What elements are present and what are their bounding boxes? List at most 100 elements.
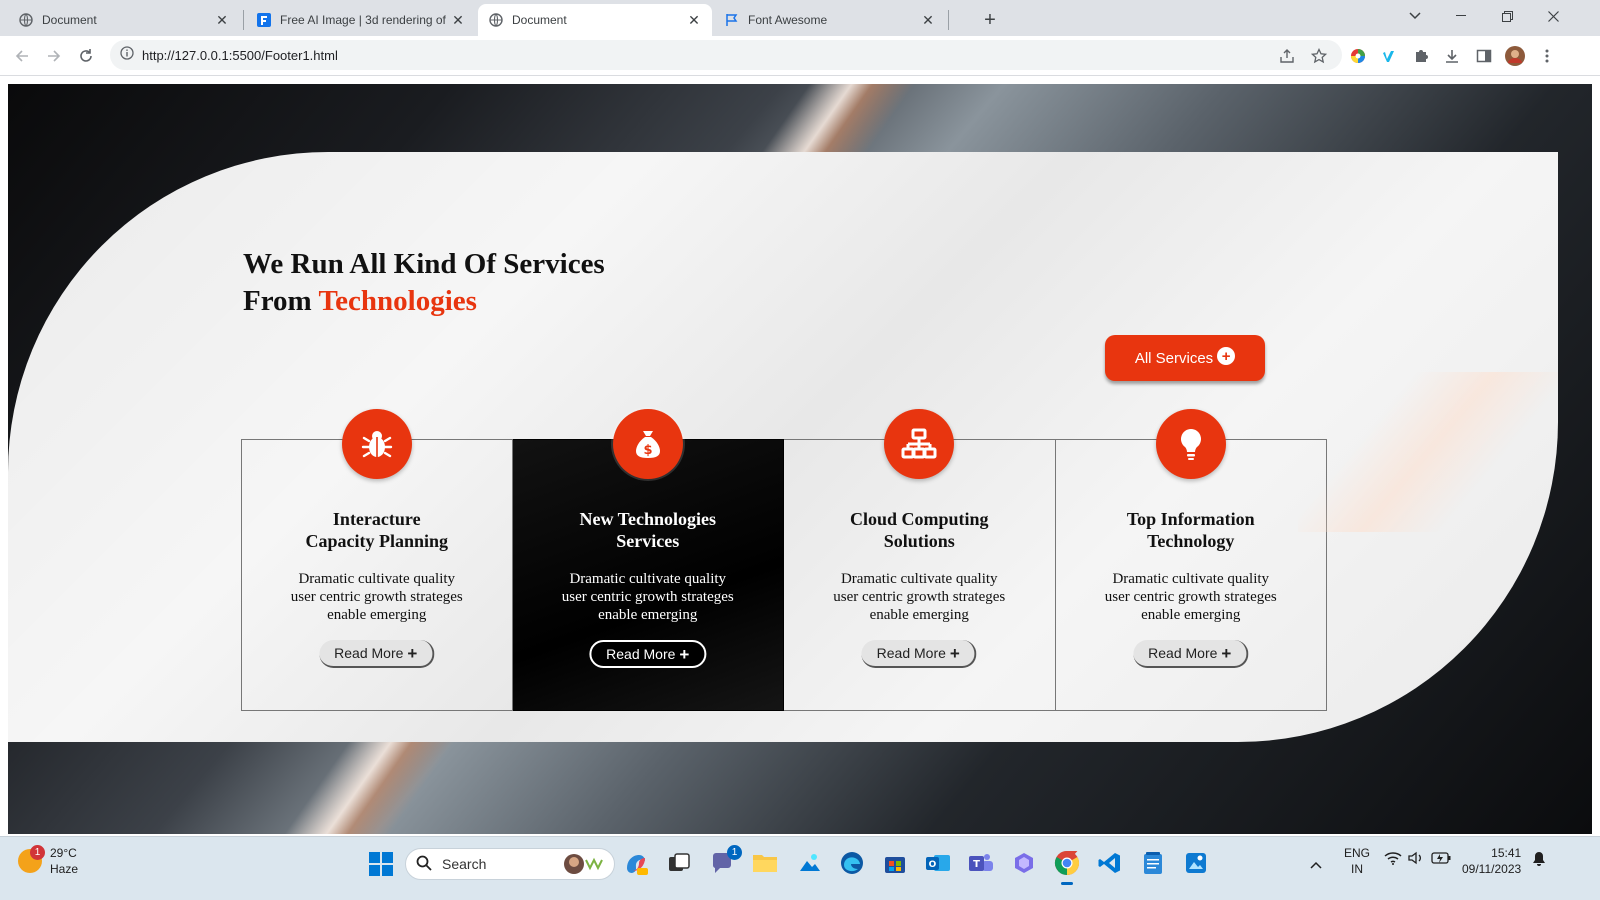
- browser-tab-strip: Document ✕ Free AI Image | 3d rendering …: [0, 0, 1600, 36]
- page-viewport: We Run All Kind Of Services From Technol…: [8, 84, 1592, 834]
- chat-icon[interactable]: 1: [708, 845, 742, 877]
- network-icon: [884, 409, 955, 479]
- plus-circle-icon: +: [1217, 347, 1236, 365]
- close-icon[interactable]: ✕: [214, 12, 230, 28]
- tab-divider: [948, 10, 949, 30]
- restore-button[interactable]: [1484, 0, 1530, 32]
- language-indicator[interactable]: ENG IN: [1344, 845, 1370, 877]
- heading-line1: We Run All Kind Of Services: [243, 248, 605, 280]
- card-description: Dramatic cultivate quality user centric g…: [290, 571, 463, 623]
- tab-font-awesome[interactable]: Font Awesome ✕: [714, 4, 946, 36]
- globe-icon: [18, 12, 34, 28]
- browser-toolbar: http://127.0.0.1:5500/Footer1.html: [0, 36, 1600, 76]
- lightbulb-icon: [1155, 409, 1226, 479]
- close-icon[interactable]: ✕: [686, 12, 702, 28]
- all-services-button[interactable]: All Services +: [1105, 335, 1265, 381]
- chrome-icon[interactable]: [1053, 849, 1081, 885]
- card-description: Dramatic cultivate quality user centric g…: [833, 571, 1006, 623]
- start-button[interactable]: [368, 851, 394, 877]
- color-picker-extension-icon[interactable]: [1348, 46, 1368, 66]
- side-panel-icon[interactable]: [1474, 46, 1494, 66]
- services-panel: We Run All Kind Of Services From Technol…: [8, 152, 1558, 742]
- read-more-button[interactable]: Read More +: [861, 640, 977, 668]
- outlook-icon[interactable]: O: [924, 849, 952, 877]
- close-icon[interactable]: ✕: [450, 12, 466, 28]
- download-icon[interactable]: [1442, 46, 1462, 66]
- share-icon[interactable]: [1278, 47, 1296, 65]
- svg-text:$: $: [643, 443, 652, 458]
- clock[interactable]: 15:41 09/11/2023: [1462, 845, 1521, 877]
- freepik-icon: [256, 12, 272, 28]
- close-icon[interactable]: ✕: [920, 12, 936, 28]
- reload-button[interactable]: [72, 42, 100, 70]
- show-hidden-icons-chevron-icon[interactable]: [1310, 857, 1322, 873]
- volume-icon[interactable]: [1408, 851, 1424, 869]
- search-icon: [416, 855, 432, 874]
- tab-search-chevron-icon[interactable]: [1392, 0, 1438, 32]
- url-text: http://127.0.0.1:5500/Footer1.html: [142, 47, 338, 63]
- heading-accent: Technologies: [318, 285, 477, 317]
- battery-icon[interactable]: [1431, 852, 1451, 868]
- edge-icon[interactable]: [838, 849, 866, 877]
- read-more-button[interactable]: Read More +: [1133, 640, 1249, 668]
- tab-divider: [243, 10, 244, 30]
- svg-text:T: T: [973, 859, 980, 870]
- wifi-icon[interactable]: [1384, 851, 1402, 869]
- close-window-button[interactable]: [1530, 0, 1576, 32]
- windows-taskbar: 1 29°C Haze Search 1 O T ENG IN 15:41 09…: [0, 836, 1600, 900]
- chat-badge: 1: [727, 845, 742, 860]
- tab-freepik[interactable]: Free AI Image | 3d rendering of ✕: [246, 4, 476, 36]
- card-title: Cloud Computing Solutions: [849, 509, 989, 551]
- service-card: Top Information Technology Dramatic culti…: [1055, 409, 1327, 711]
- copilot-icon[interactable]: [622, 849, 650, 877]
- extensions-puzzle-icon[interactable]: [1411, 46, 1431, 66]
- profile-avatar-icon[interactable]: [1505, 46, 1525, 66]
- microsoft-store-icon[interactable]: [881, 849, 909, 877]
- read-more-button[interactable]: Read More +: [319, 640, 435, 668]
- read-more-button[interactable]: Read More +: [589, 640, 707, 668]
- clock-date: 09/11/2023: [1462, 862, 1522, 876]
- card-title: Top Information Technology: [1126, 509, 1255, 551]
- page-title: We Run All Kind Of Services From Technol…: [243, 246, 605, 320]
- card-description: Dramatic cultivate quality user centric g…: [561, 571, 734, 623]
- plus-icon: +: [949, 643, 960, 663]
- weather-widget[interactable]: 1 29°C Haze: [18, 845, 78, 877]
- bookmark-star-icon[interactable]: [1310, 47, 1328, 65]
- photos-icon[interactable]: [795, 849, 823, 877]
- service-card: Cloud Computing Solutions Dramatic cultiv…: [784, 409, 1056, 711]
- forward-button[interactable]: [40, 42, 68, 70]
- new-tab-button[interactable]: +: [976, 6, 1004, 34]
- address-bar[interactable]: http://127.0.0.1:5500/Footer1.html: [110, 40, 1342, 70]
- power-automate-icon[interactable]: [1010, 849, 1038, 877]
- notification-bell-icon[interactable]: [1532, 851, 1546, 871]
- tab-title: Free AI Image | 3d rendering of: [280, 13, 446, 27]
- task-view-icon[interactable]: [665, 849, 693, 877]
- all-services-label: All Services: [1134, 349, 1214, 367]
- heading-from: From: [243, 285, 319, 317]
- bug-icon: [341, 409, 412, 479]
- flag-icon: [724, 12, 740, 28]
- weather-sun-icon: 1: [18, 845, 45, 873]
- notepad-icon[interactable]: [1139, 849, 1167, 877]
- plus-icon: +: [679, 644, 690, 664]
- vimeo-extension-icon[interactable]: [1380, 46, 1400, 66]
- taskbar-search[interactable]: Search: [405, 848, 615, 880]
- back-button[interactable]: [8, 42, 36, 70]
- plus-icon: +: [1221, 643, 1232, 663]
- search-highlight-icon: [562, 852, 606, 879]
- weather-desc: Haze: [50, 862, 79, 876]
- weather-temp: 29°C: [50, 846, 77, 860]
- file-explorer-icon[interactable]: [751, 849, 779, 877]
- weather-badge: 1: [30, 845, 45, 860]
- search-label: Search: [442, 856, 487, 872]
- tab-document-active[interactable]: Document ✕: [478, 4, 712, 36]
- chrome-menu-icon[interactable]: [1537, 46, 1557, 66]
- card-description: Dramatic cultivate quality user centric g…: [1104, 571, 1277, 623]
- teams-icon[interactable]: T: [967, 849, 995, 877]
- tab-document-1[interactable]: Document ✕: [8, 4, 240, 36]
- tab-title: Document: [42, 13, 97, 27]
- minimize-button[interactable]: [1438, 0, 1484, 32]
- vscode-icon[interactable]: [1096, 849, 1124, 877]
- info-icon[interactable]: [120, 45, 134, 65]
- paint-icon[interactable]: [1182, 849, 1210, 877]
